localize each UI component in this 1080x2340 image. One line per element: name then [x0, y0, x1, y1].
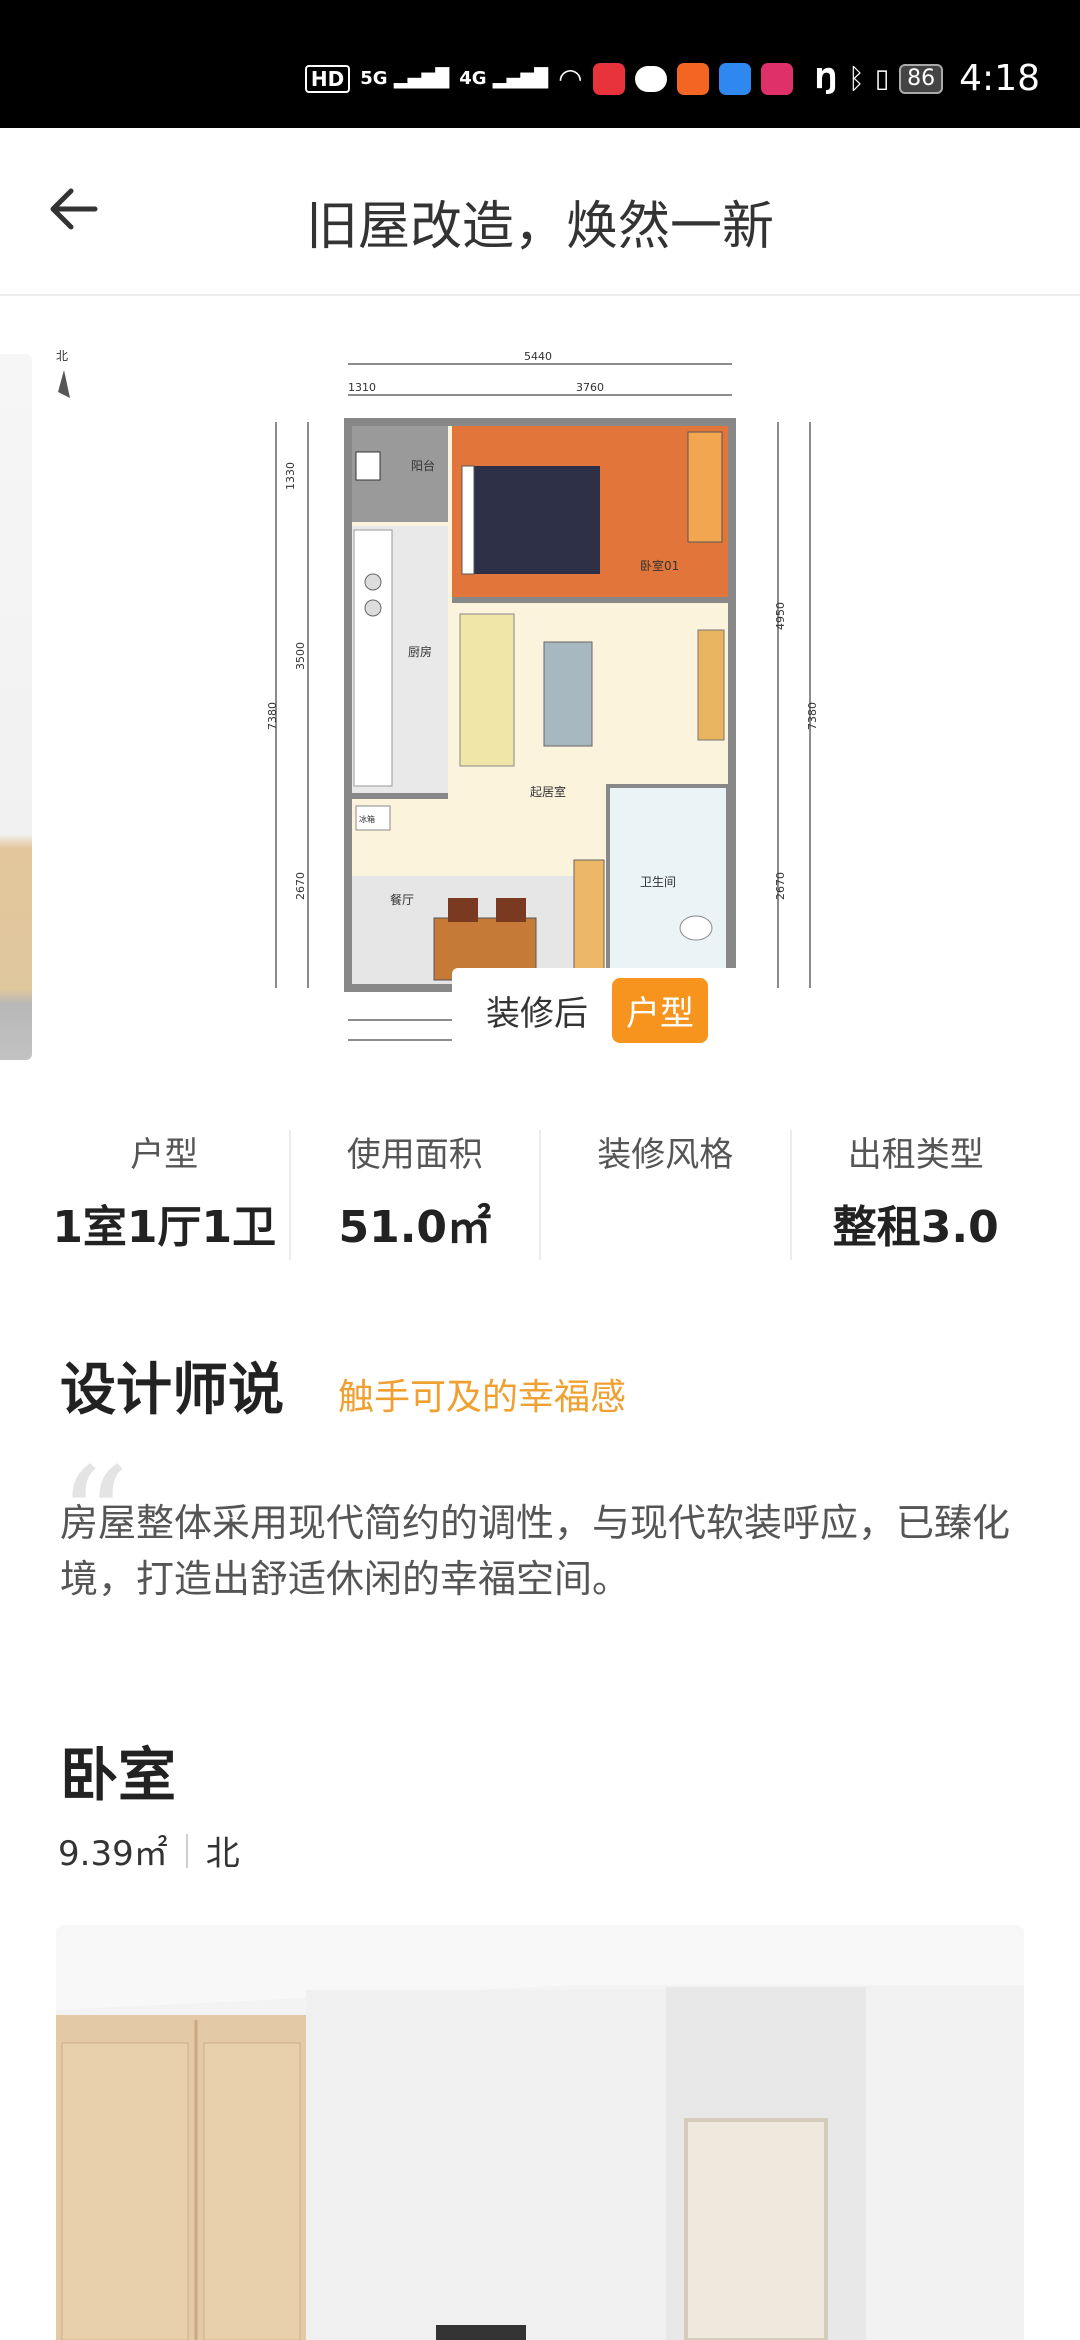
- property-stats: 户型 1室1厅1卫 使用面积 51.0㎡ 装修风格 出租类型 整租3.0: [40, 1130, 1040, 1260]
- dim-width-left: 1310: [348, 381, 376, 394]
- dim-left-2: 3500: [294, 642, 307, 670]
- designer-title: 设计师说: [60, 1358, 284, 1423]
- dim-width-right: 3760: [576, 381, 604, 394]
- image-gallery[interactable]: 北 5440 1310 3760 1330 3500 2670 7380 495…: [0, 340, 1080, 1080]
- designer-description: 房屋整体采用现代简约的调性，与现代软装呼应，已臻化境，打造出舒适休闲的幸福空间。: [60, 1501, 1011, 1601]
- hd-badge: HD: [304, 64, 351, 93]
- room-fridge: 冰箱: [359, 814, 375, 824]
- stat-value: 1室1厅1卫: [52, 1202, 277, 1253]
- app-notification-icon: [760, 62, 793, 95]
- stat-label: 出租类型: [847, 1135, 984, 1175]
- dim-right-2: 2670: [774, 872, 787, 900]
- room-balcony: 阳台: [411, 458, 435, 473]
- app-notification-icon: [676, 62, 709, 95]
- room-meta: 9.39㎡ 北: [58, 1826, 240, 1875]
- stat-layout: 户型 1室1厅1卫: [40, 1130, 291, 1260]
- battery-icon: 86: [899, 63, 944, 94]
- image-tag-pill: 装修后 户型: [452, 968, 742, 1052]
- dim-left-1: 1330: [284, 462, 297, 490]
- stat-label: 装修风格: [597, 1135, 734, 1175]
- cloud-icon: [718, 62, 751, 95]
- room-bathroom: 卫生间: [640, 875, 676, 889]
- designer-subtitle: 触手可及的幸福感: [338, 1377, 627, 1418]
- room-title: 卧室: [60, 1741, 177, 1809]
- status-icons: HD 5G ▂▄▆█ 4G ▂▄▆█ ◠ Ŋ ᛒ ▯ 86 4:18: [304, 58, 1040, 99]
- previous-photo-peek[interactable]: [0, 354, 32, 1060]
- room-area: 9.39㎡: [58, 1834, 168, 1874]
- stat-area: 使用面积 51.0㎡: [291, 1130, 541, 1260]
- bluetooth-icon: ᛒ: [848, 62, 865, 95]
- room-living: 起居室: [530, 784, 566, 799]
- room-bedroom: 卧室01: [640, 558, 679, 573]
- divider: [185, 1833, 188, 1868]
- vibrate-icon: ▯: [874, 63, 890, 94]
- nfc-icon: Ŋ: [814, 62, 839, 95]
- signal-4g-icon: 4G ▂▄▆█: [459, 68, 549, 89]
- room-photo[interactable]: [56, 1925, 1024, 2340]
- stat-rent-type: 出租类型 整租3.0: [792, 1130, 1041, 1260]
- page-title: 旧屋改造，焕然一新: [305, 197, 774, 257]
- dim-left-3: 2670: [294, 872, 307, 900]
- after-renovation-label: 装修后: [486, 993, 588, 1034]
- stat-value: 51.0㎡: [338, 1202, 492, 1253]
- dim-height-total: 7380: [266, 702, 279, 730]
- bedroom-photo-image: [56, 1925, 1024, 2340]
- floor-plan-card[interactable]: 北 5440 1310 3760 1330 3500 2670 7380 495…: [56, 340, 1024, 1080]
- room-dining: 餐厅: [390, 892, 414, 907]
- signal-5g-icon: 5G ▂▄▆█: [360, 68, 450, 89]
- dim-total-width: 5440: [524, 350, 552, 363]
- stat-label: 使用面积: [346, 1135, 483, 1175]
- room-kitchen: 厨房: [408, 644, 432, 659]
- clock: 4:18: [959, 58, 1040, 99]
- stat-value: [541, 1198, 790, 1258]
- wifi-icon: ◠: [558, 62, 583, 95]
- designer-section-header: 设计师说 触手可及的幸福感: [60, 1345, 626, 1426]
- room-orientation: 北: [205, 1834, 240, 1874]
- dim-height-total-right: 7380: [806, 702, 819, 730]
- stat-label: 户型: [130, 1135, 199, 1175]
- app-notification-icon: [592, 62, 625, 95]
- stat-value: 整租3.0: [832, 1202, 999, 1253]
- status-bar: HD 5G ▂▄▆█ 4G ▂▄▆█ ◠ Ŋ ᛒ ▯ 86 4:18: [0, 0, 1080, 128]
- stat-style: 装修风格: [541, 1130, 792, 1260]
- message-icon: [634, 65, 667, 92]
- top-nav-bar: 旧屋改造，焕然一新: [0, 128, 1080, 296]
- floor-plan-tag[interactable]: 户型: [612, 977, 708, 1043]
- north-label: 北: [56, 349, 68, 363]
- dim-right-1: 4950: [774, 602, 787, 630]
